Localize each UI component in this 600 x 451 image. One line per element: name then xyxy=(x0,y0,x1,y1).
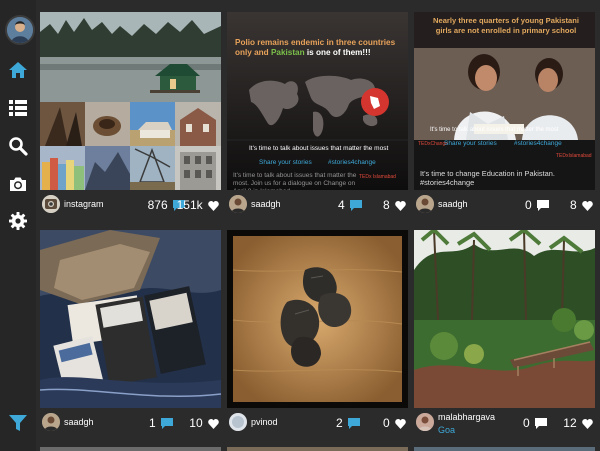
comment-icon xyxy=(161,418,173,429)
poster-brand: TEDx Islamabad xyxy=(359,174,396,180)
comment-count[interactable]: 0 xyxy=(523,416,547,430)
post-caption-overlay: It's time to change Education in Pakista… xyxy=(420,169,555,187)
comment-count[interactable]: 0 xyxy=(525,198,549,212)
poster-share: Share your stories xyxy=(444,140,497,147)
comment-icon xyxy=(535,418,547,429)
like-count-value: 8 xyxy=(569,198,577,212)
username[interactable]: saadgh xyxy=(251,199,281,209)
comment-count[interactable]: 1 xyxy=(149,416,173,430)
like-count-value: 0 xyxy=(382,416,390,430)
username[interactable]: saadgh xyxy=(64,417,94,427)
username[interactable]: pvinod xyxy=(251,417,278,427)
post-tile[interactable]: Polio remains endemic in three countries… xyxy=(227,12,408,219)
post-tile[interactable]: pvinod 2 0 xyxy=(227,230,408,437)
user-avatar[interactable] xyxy=(42,195,60,213)
photo-grid: instagram 876 151k Polio remains endemic… xyxy=(40,12,600,451)
like-count[interactable]: 10 xyxy=(189,416,219,430)
filter-icon[interactable] xyxy=(8,413,28,433)
user-avatar[interactable] xyxy=(416,195,434,213)
like-count-value: 10 xyxy=(189,416,203,430)
home-icon[interactable] xyxy=(8,60,28,80)
poster-headline: only and xyxy=(235,48,271,57)
poster-headline: is one of them!!! xyxy=(304,48,371,57)
heart-icon xyxy=(582,419,593,429)
poster-hashtag: #stories4change xyxy=(328,159,376,166)
poster-tagline: It's time to talk about issues that matt… xyxy=(249,145,389,152)
list-icon[interactable] xyxy=(8,98,28,118)
like-count[interactable]: 12 xyxy=(563,416,593,430)
username[interactable]: instagram xyxy=(64,199,104,209)
post-meta: instagram 876 151k xyxy=(40,190,221,219)
heart-icon xyxy=(208,419,219,429)
post-image-collage[interactable] xyxy=(40,12,221,190)
comment-icon xyxy=(350,200,362,211)
next-row-image-peek xyxy=(227,447,408,451)
post-image-stones[interactable] xyxy=(227,230,408,408)
like-count[interactable]: 8 xyxy=(383,198,406,212)
post-image-books[interactable] xyxy=(40,230,221,408)
user-avatar[interactable] xyxy=(229,195,247,213)
location-label[interactable]: Goa xyxy=(438,425,455,435)
poster-headline: Nearly three quarters of young Pakistani… xyxy=(432,16,579,35)
poster-headline: Polio remains endemic in three countries xyxy=(235,38,396,47)
poster-tagline: It's time to talk about issues that matt… xyxy=(430,127,559,133)
post-tile[interactable]: instagram 876 151k xyxy=(40,12,221,219)
like-count[interactable]: 8 xyxy=(570,198,593,212)
comment-count-value: 4 xyxy=(337,198,345,212)
post-image-poster[interactable]: Nearly three quarters of young Pakistani… xyxy=(414,12,595,190)
comment-count[interactable]: 4 xyxy=(338,198,362,212)
like-count-value: 12 xyxy=(563,416,577,430)
post-image-poster[interactable]: Polio remains endemic in three countries… xyxy=(227,12,408,190)
comment-count-value: 1 xyxy=(148,416,156,430)
like-count-value: 151k xyxy=(176,198,203,212)
sidebar xyxy=(0,0,36,451)
comment-count-value: 0 xyxy=(524,198,532,212)
next-row-image-peek xyxy=(40,447,221,451)
comment-count-value: 2 xyxy=(335,416,343,430)
post-meta: saadgh 4 8 xyxy=(227,190,408,219)
camera-icon[interactable] xyxy=(8,174,28,194)
poster-hashtag: #stories4change xyxy=(514,140,562,147)
profile-avatar[interactable] xyxy=(5,15,35,45)
heart-icon xyxy=(395,419,406,429)
comment-icon xyxy=(537,200,549,211)
post-tile[interactable]: malabhargava Goa 0 12 xyxy=(414,230,595,437)
poster-brand: TEDxIslamabad xyxy=(556,153,592,159)
comment-count[interactable]: 2 xyxy=(336,416,360,430)
post-image-garden[interactable] xyxy=(414,230,595,408)
post-caption-overlay: It's time to talk about issues that matt… xyxy=(233,172,357,190)
user-avatar[interactable] xyxy=(42,413,60,431)
search-icon[interactable] xyxy=(8,136,28,156)
post-meta: malabhargava Goa 0 12 xyxy=(414,408,595,437)
username[interactable]: saadgh xyxy=(438,199,468,209)
post-meta: saadgh 0 8 xyxy=(414,190,595,219)
like-count[interactable]: 0 xyxy=(383,416,406,430)
post-tile[interactable]: Nearly three quarters of young Pakistani… xyxy=(414,12,595,219)
next-row-image-peek xyxy=(414,447,595,451)
user-avatar[interactable] xyxy=(416,413,434,431)
post-tile[interactable]: saadgh 1 10 xyxy=(40,230,221,437)
like-count-value: 8 xyxy=(382,198,390,212)
poster-headline-highlight: Pakistan xyxy=(270,48,305,57)
gear-icon[interactable] xyxy=(8,211,28,231)
comment-count-value: 876 xyxy=(147,198,168,212)
post-meta: pvinod 2 0 xyxy=(227,408,408,437)
heart-icon xyxy=(395,201,406,211)
username[interactable]: malabhargava xyxy=(438,412,495,422)
like-count[interactable]: 151k xyxy=(177,198,219,212)
heart-icon xyxy=(208,201,219,211)
heart-icon xyxy=(582,201,593,211)
comment-icon xyxy=(348,418,360,429)
comment-count-value: 0 xyxy=(522,416,530,430)
post-meta: saadgh 1 10 xyxy=(40,408,221,437)
poster-share: Share your stories xyxy=(259,159,312,166)
user-avatar[interactable] xyxy=(229,413,247,431)
